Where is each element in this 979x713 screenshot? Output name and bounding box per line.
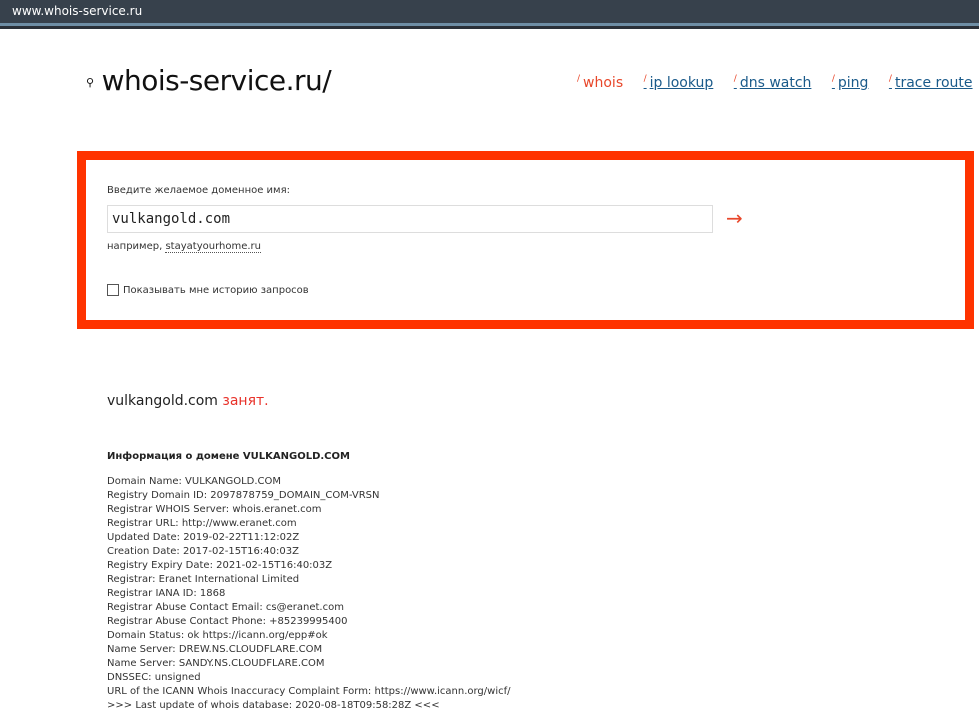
- address-bar-border: [0, 26, 979, 29]
- whois-line: Creation Date: 2017-02-15T16:40:03Z: [107, 546, 299, 557]
- status-badge: занят.: [222, 393, 269, 409]
- nav-dns-watch[interactable]: / dns watch: [734, 74, 812, 91]
- whois-line: Registrar IANA ID: 1868: [107, 588, 226, 599]
- checkbox-icon[interactable]: [107, 284, 119, 296]
- whois-line: Registrar WHOIS Server: whois.eranet.com: [107, 504, 322, 515]
- whois-record: Domain Name: VULKANGOLD.COM Registry Doma…: [107, 475, 511, 713]
- logo-text: whois-service.ru/: [101, 64, 332, 97]
- domain-input[interactable]: [107, 205, 713, 233]
- example-link[interactable]: stayatyourhome.ru: [165, 241, 261, 253]
- whois-line: URL of the ICANN Whois Inaccuracy Compla…: [107, 686, 511, 697]
- info-title: Информация о домене VULKANGOLD.COM: [107, 451, 350, 462]
- whois-line: Registry Expiry Date: 2021-02-15T16:40:0…: [107, 560, 333, 571]
- magnifier-icon: ⚲: [86, 75, 94, 89]
- whois-line: Registrar URL: http://www.eranet.com: [107, 518, 297, 529]
- nav-trace-route[interactable]: / trace route: [889, 74, 973, 91]
- top-nav: / whois / ip lookup / dns watch / ping / trac…: [577, 74, 979, 91]
- search-form: Введите желаемое доменное имя: → наприме…: [77, 151, 974, 329]
- whois-line: Name Server: DREW.NS.CLOUDFLARE.COM: [107, 644, 323, 655]
- nav-ip-lookup[interactable]: / ip lookup: [644, 74, 714, 91]
- nav-whois[interactable]: / whois: [577, 74, 623, 91]
- whois-line: Name Server: SANDY.NS.CLOUDFLARE.COM: [107, 658, 325, 669]
- domain-status: vulkangold.com занят.: [107, 393, 269, 409]
- site-logo[interactable]: ⚲ whois-service.ru/: [86, 64, 332, 97]
- example-hint: например, stayatyourhome.ru: [107, 241, 261, 253]
- whois-line: Registry Domain ID: 2097878759_DOMAIN_CO…: [107, 490, 380, 501]
- domain-label: Введите желаемое доменное имя:: [107, 185, 290, 196]
- whois-line: Registrar Abuse Contact Phone: +85239995…: [107, 616, 348, 627]
- arrow-right-icon[interactable]: →: [726, 206, 743, 230]
- nav-ping[interactable]: / ping: [832, 74, 869, 91]
- whois-line: DNSSEC: unsigned: [107, 672, 201, 683]
- whois-line: Domain Name: VULKANGOLD.COM: [107, 476, 282, 487]
- address-bar[interactable]: www.whois-service.ru: [0, 0, 979, 23]
- whois-line: Registrar: Eranet International Limited: [107, 574, 300, 585]
- whois-line: Registrar Abuse Contact Email: cs@eranet…: [107, 602, 344, 613]
- history-checkbox[interactable]: Показывать мне историю запросов: [107, 284, 309, 296]
- whois-line: Updated Date: 2019-02-22T11:12:02Z: [107, 532, 300, 543]
- whois-line: Domain Status: ok https://icann.org/epp#…: [107, 630, 328, 641]
